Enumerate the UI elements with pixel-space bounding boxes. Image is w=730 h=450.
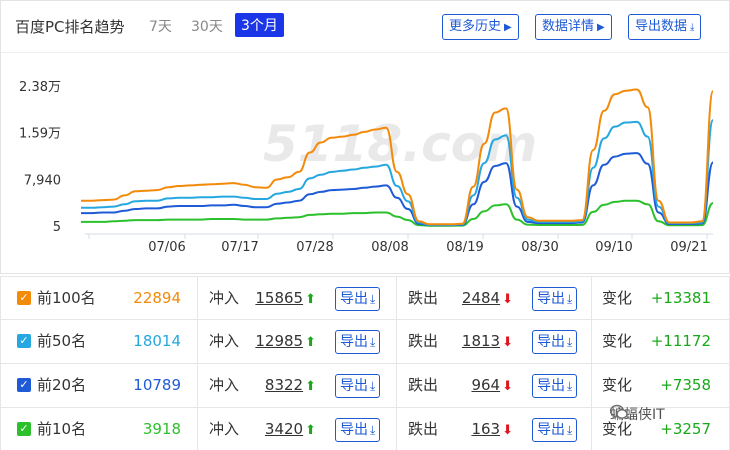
row-label: 前20名 bbox=[37, 376, 87, 394]
drop-out-value[interactable]: 1813 ⬇ bbox=[462, 320, 513, 363]
drop-out-label: 跌出 bbox=[408, 332, 439, 350]
series-line bbox=[81, 199, 714, 227]
download-icon: ⤓ bbox=[370, 423, 376, 437]
series-checkbox[interactable]: ✓ bbox=[17, 378, 31, 392]
row-total: 3918 bbox=[142, 420, 181, 438]
y-tick-label: 2.38万 bbox=[19, 80, 61, 95]
rush-in-value[interactable]: 15865 ⬆ bbox=[255, 277, 316, 320]
x-tick-label: 09/21 bbox=[670, 240, 707, 255]
series-checkbox[interactable]: ✓ bbox=[17, 291, 31, 305]
x-tick-label: 07/28 bbox=[296, 240, 333, 255]
series-checkbox[interactable]: ✓ bbox=[17, 334, 31, 348]
change-value: +3257 bbox=[660, 420, 711, 438]
download-icon: ⤓ bbox=[567, 379, 573, 393]
rush-in-label: 冲入 bbox=[209, 420, 240, 438]
drop-out-value[interactable]: 964 ⬇ bbox=[471, 364, 513, 407]
arrow-down-icon: ⬇ bbox=[502, 379, 513, 394]
row-total: 22894 bbox=[133, 289, 181, 307]
series-checkbox[interactable]: ✓ bbox=[17, 422, 31, 436]
rush-in-value[interactable]: 12985 ⬆ bbox=[255, 320, 316, 363]
drop-out-label: 跌出 bbox=[408, 420, 439, 438]
download-icon: ⤓ bbox=[370, 379, 376, 393]
rush-in-value[interactable]: 8322 ⬆ bbox=[265, 364, 316, 407]
drop-out-label: 跌出 bbox=[408, 289, 439, 307]
arrow-up-icon: ⬆ bbox=[305, 335, 316, 350]
download-icon: ⤓ bbox=[370, 335, 376, 349]
row-total: 18014 bbox=[133, 332, 181, 350]
change-value: +7358 bbox=[660, 376, 711, 394]
x-tick-label: 07/17 bbox=[221, 240, 258, 255]
footer-watermark: 蝙蝠侠IT bbox=[610, 404, 665, 424]
rush-in-label: 冲入 bbox=[209, 376, 240, 394]
y-tick-label: 5 bbox=[53, 220, 61, 235]
panel-title: 百度PC排名趋势 bbox=[15, 18, 125, 36]
x-tick-label: 09/10 bbox=[595, 240, 632, 255]
row-label: 前100名 bbox=[37, 289, 96, 307]
table-row: ✓ 前50名 18014 冲入 12985 ⬆ 导出 ⤓ 跌出 1813 ⬇ 导出 ⤓ … bbox=[0, 320, 730, 364]
more-history-button[interactable]: 更多历史 ▶ bbox=[442, 14, 519, 40]
change-label: 变化 bbox=[602, 332, 633, 350]
trend-chart-svg: 5118.com 2.38万1.59万7,9405 07/06 07/17 07/2… bbox=[19, 80, 714, 255]
triangle-right-icon: ▶ bbox=[504, 22, 512, 33]
export-in-button[interactable]: 导出 ⤓ bbox=[335, 418, 381, 442]
row-total: 10789 bbox=[133, 376, 181, 394]
y-tick-label: 1.59万 bbox=[19, 126, 61, 141]
x-tick-label: 08/19 bbox=[446, 240, 483, 255]
range-3-months[interactable]: 3个月 bbox=[235, 13, 284, 37]
download-icon: ⤓ bbox=[690, 22, 695, 33]
change-label: 变化 bbox=[602, 376, 633, 394]
table-row: ✓ 前100名 22894 冲入 15865 ⬆ 导出 ⤓ 跌出 2484 ⬇ 导出 ⤓… bbox=[0, 276, 730, 320]
x-tick-label: 08/30 bbox=[521, 240, 558, 255]
triangle-right-icon: ▶ bbox=[597, 22, 605, 33]
range-7-days[interactable]: 7天 bbox=[149, 16, 172, 36]
row-label: 前50名 bbox=[37, 332, 87, 350]
download-icon: ⤓ bbox=[567, 292, 573, 306]
change-value: +13381 bbox=[650, 289, 711, 307]
panel-header: 百度PC排名趋势 7天 30天 3个月 更多历史 ▶ 数据详情 ▶ 导出数据 ⤓ bbox=[0, 0, 730, 52]
arrow-down-icon: ⬇ bbox=[502, 335, 513, 350]
wechat-icon bbox=[610, 404, 628, 419]
export-out-button[interactable]: 导出 ⤓ bbox=[532, 374, 578, 398]
download-icon: ⤓ bbox=[567, 335, 573, 349]
rush-in-label: 冲入 bbox=[209, 289, 240, 307]
x-tick-label: 07/06 bbox=[148, 240, 185, 255]
rush-in-value[interactable]: 3420 ⬆ bbox=[265, 408, 316, 450]
arrow-up-icon: ⬆ bbox=[305, 423, 316, 438]
arrow-down-icon: ⬇ bbox=[502, 423, 513, 438]
drop-out-value[interactable]: 163 ⬇ bbox=[471, 408, 513, 450]
export-out-button[interactable]: 导出 ⤓ bbox=[532, 418, 578, 442]
export-in-button[interactable]: 导出 ⤓ bbox=[335, 374, 381, 398]
export-out-button[interactable]: 导出 ⤓ bbox=[532, 330, 578, 354]
change-value: +11172 bbox=[650, 332, 711, 350]
table-row: ✓ 前20名 10789 冲入 8322 ⬆ 导出 ⤓ 跌出 964 ⬇ 导出 ⤓ 变化… bbox=[0, 364, 730, 408]
export-in-button[interactable]: 导出 ⤓ bbox=[335, 330, 381, 354]
arrow-up-icon: ⬆ bbox=[305, 292, 316, 307]
x-tick-label: 08/08 bbox=[371, 240, 408, 255]
arrow-down-icon: ⬇ bbox=[502, 292, 513, 307]
y-tick-label: 7,940 bbox=[24, 173, 61, 188]
data-details-button[interactable]: 数据详情 ▶ bbox=[535, 14, 612, 40]
export-in-button[interactable]: 导出 ⤓ bbox=[335, 287, 381, 311]
range-30-days[interactable]: 30天 bbox=[191, 16, 223, 36]
drop-out-label: 跌出 bbox=[408, 376, 439, 394]
arrow-up-icon: ⬆ bbox=[305, 379, 316, 394]
export-data-button[interactable]: 导出数据 ⤓ bbox=[628, 14, 702, 40]
rush-in-label: 冲入 bbox=[209, 332, 240, 350]
drop-out-value[interactable]: 2484 ⬇ bbox=[462, 277, 513, 320]
trend-chart: 5118.com 2.38万 1.59万 7,940 5 07/06 07/17 07/2… bbox=[0, 52, 730, 274]
export-out-button[interactable]: 导出 ⤓ bbox=[532, 287, 578, 311]
change-label: 变化 bbox=[602, 289, 633, 307]
row-label: 前10名 bbox=[37, 420, 87, 438]
download-icon: ⤓ bbox=[370, 292, 376, 306]
download-icon: ⤓ bbox=[567, 423, 573, 437]
